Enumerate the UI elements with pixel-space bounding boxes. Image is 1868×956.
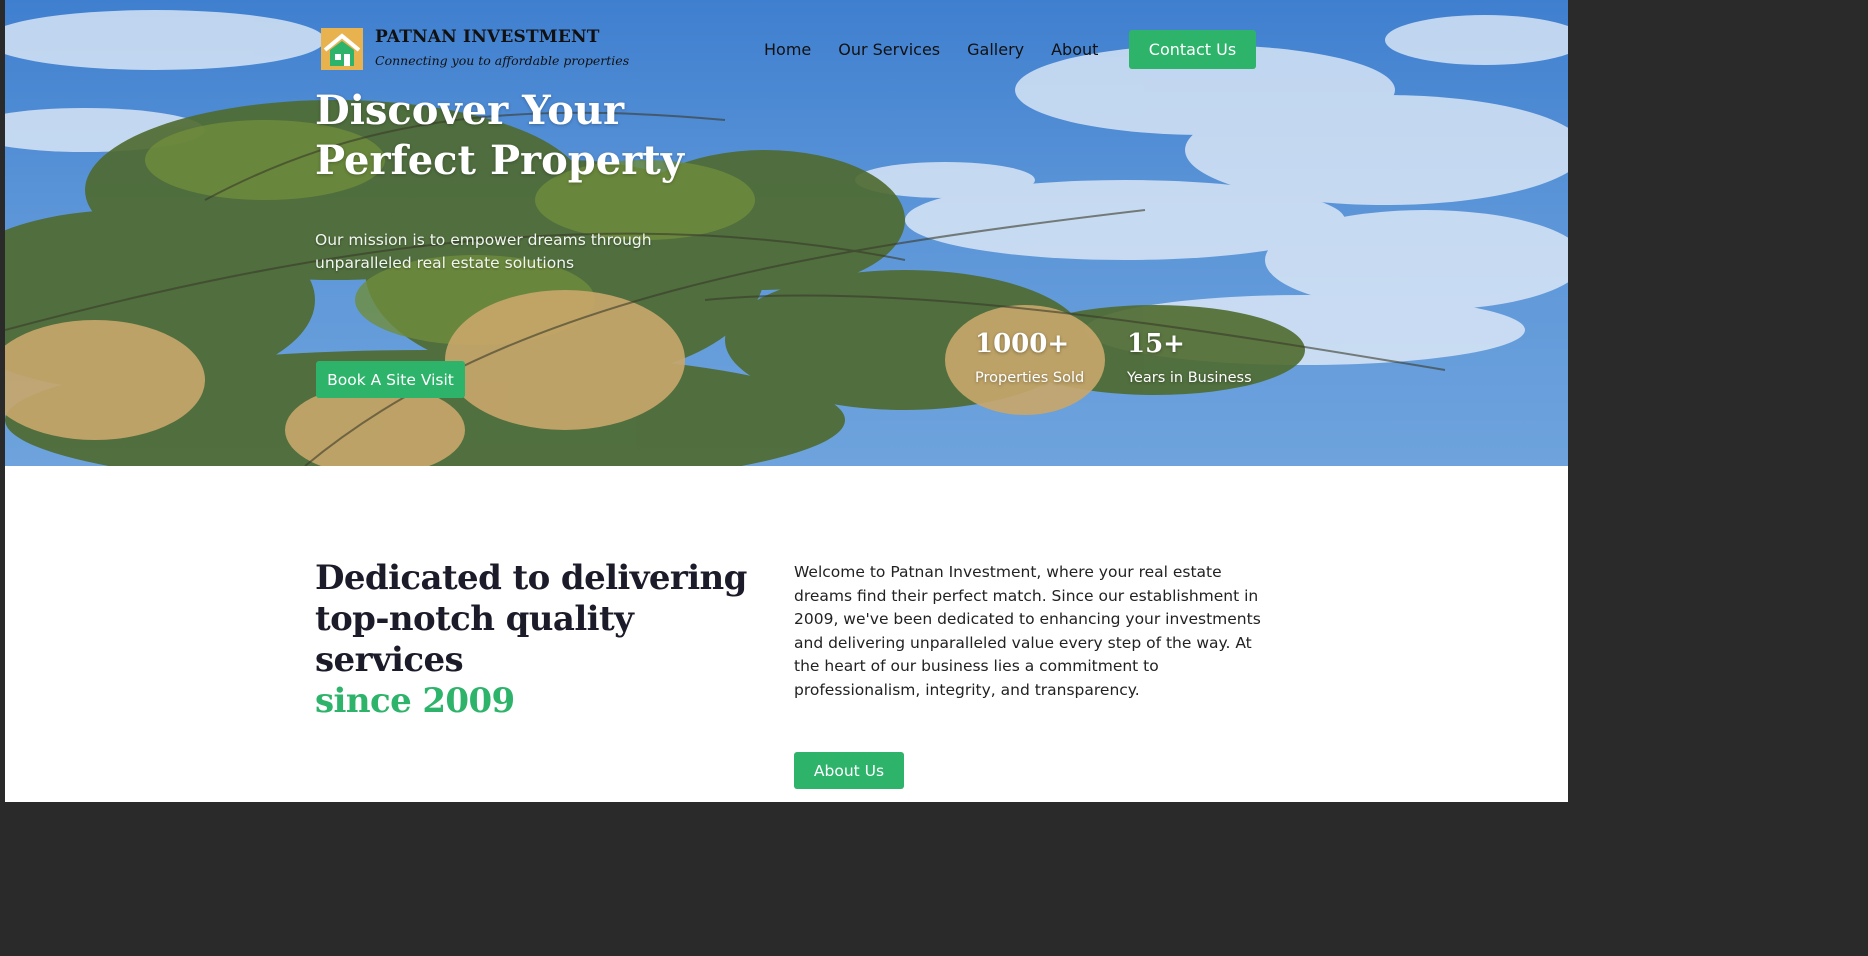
house-logo-icon — [321, 28, 363, 70]
stat-properties-sold: 1000+ Properties Sold — [975, 326, 1084, 388]
nav-home[interactable]: Home — [764, 30, 811, 70]
hero-title: Discover Your Perfect Property — [315, 87, 684, 184]
hero-section: PATNAN INVESTMENT Connecting you to affo… — [5, 0, 1568, 466]
page: PATNAN INVESTMENT Connecting you to affo… — [5, 0, 1568, 802]
about-us-button[interactable]: About Us — [794, 752, 904, 789]
contact-us-button[interactable]: Contact Us — [1129, 30, 1256, 69]
book-site-visit-button[interactable]: Book A Site Visit — [316, 361, 465, 398]
about-heading: Dedicated to delivering top-notch qualit… — [315, 558, 785, 722]
stat-value: 1000+ — [975, 329, 1070, 359]
nav-gallery[interactable]: Gallery — [967, 30, 1024, 70]
about-heading-accent: since 2009 — [315, 681, 515, 721]
brand-logo[interactable]: PATNAN INVESTMENT Connecting you to affo… — [321, 27, 630, 70]
nav-our-services[interactable]: Our Services — [838, 30, 940, 70]
stat-label: Properties Sold — [975, 370, 1085, 386]
stat-years-in-business: 15+ Years in Business — [1127, 326, 1252, 388]
about-body: Welcome to Patnan Investment, where your… — [794, 563, 1261, 699]
nav-about[interactable]: About — [1051, 30, 1098, 70]
brand-name: PATNAN INVESTMENT — [375, 27, 600, 47]
main-nav: Home Our Services Gallery About — [764, 30, 1125, 70]
stat-value: 15+ — [1127, 329, 1185, 359]
hero-subtitle: Our mission is to empower dreams through… — [315, 231, 652, 272]
brand-tagline: Connecting you to affordable properties — [375, 53, 630, 68]
stat-label: Years in Business — [1127, 370, 1252, 386]
about-heading-main: Dedicated to delivering top-notch qualit… — [315, 558, 747, 680]
